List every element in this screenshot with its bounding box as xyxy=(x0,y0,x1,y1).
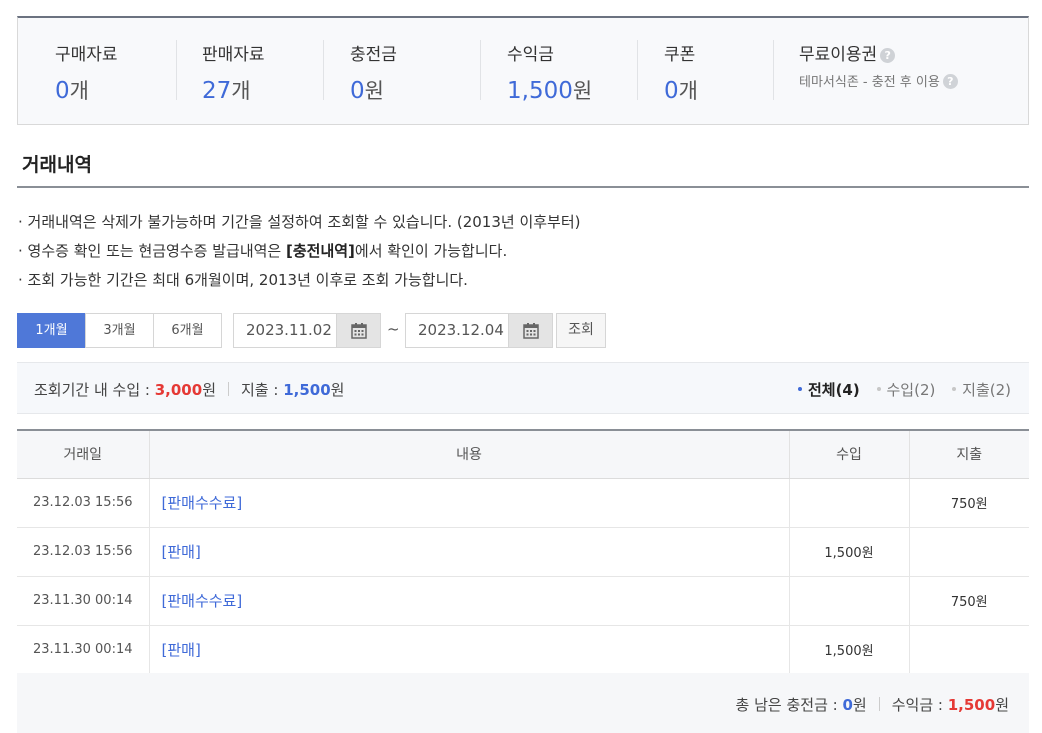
divider xyxy=(176,40,177,100)
query-button[interactable]: 조회 xyxy=(556,313,606,348)
question-circle-icon[interactable]: ? xyxy=(880,48,896,63)
stat-label: 판매자료 xyxy=(202,45,265,65)
stat-value: 1,500원 xyxy=(507,78,593,104)
end-date-value: 2023.12.04 xyxy=(418,321,504,339)
column-header-content: 내용 xyxy=(148,429,789,479)
stat-value: 27개 xyxy=(202,78,251,104)
stat-label: 무료이용권? xyxy=(799,40,958,65)
cell-content[interactable]: [판매] xyxy=(148,625,789,675)
cell-expense xyxy=(908,527,1029,577)
period-summary-bar: 조회기간 내 수입 : 3,000원 지출 : 1,500원 전체(4) 수입(2… xyxy=(17,362,1029,414)
cell-income xyxy=(788,576,909,626)
stat-sales[interactable]: 판매자료 27개 xyxy=(202,40,265,104)
column-header-expense: 지출 xyxy=(908,429,1029,479)
stat-label: 쿠폰 xyxy=(664,45,696,65)
note-item: · 영수증 확인 또는 현금영수증 발급내역은 [충전내역]에서 확인이 가능합… xyxy=(18,242,508,260)
cell-date: 23.11.30 00:14 xyxy=(17,576,149,626)
start-date-value: 2023.11.02 xyxy=(246,321,332,339)
calendar-icon[interactable] xyxy=(508,314,552,347)
filter-expense[interactable]: 지출(2) xyxy=(952,381,1011,399)
stat-value: 0개 xyxy=(55,78,89,104)
table-row: 23.12.03 15:56 [판매] 1,500원 xyxy=(17,527,1029,577)
divider xyxy=(323,40,324,100)
table-row: 23.11.30 00:14 [판매] 1,500원 xyxy=(17,625,1029,675)
period-totals: 조회기간 내 수입 : 3,000원 지출 : 1,500원 xyxy=(34,381,345,399)
section-divider xyxy=(17,186,1029,188)
balance-footer: 총 남은 충전금 : 0원 수익금 : 1,500원 xyxy=(17,673,1029,733)
end-date-field[interactable]: 2023.12.04 xyxy=(405,313,553,348)
stat-label: 수익금 xyxy=(507,45,554,65)
cell-date: 23.12.03 15:56 xyxy=(17,478,149,528)
period-3month-button[interactable]: 3개월 xyxy=(85,313,154,348)
cell-income: 1,500원 xyxy=(788,625,909,675)
summary-panel: 구매자료 0개 판매자료 27개 충전금 0원 수익금 1,500원 쿠폰 0개… xyxy=(17,16,1029,125)
cell-expense: 750원 xyxy=(908,478,1029,528)
charge-history-link: [충전내역] xyxy=(286,242,355,260)
date-range-separator: ~ xyxy=(387,320,400,338)
question-circle-icon[interactable]: ? xyxy=(942,74,958,89)
divider xyxy=(637,40,638,100)
stat-value: 0원 xyxy=(350,78,384,104)
divider xyxy=(773,40,774,100)
table-row: 23.11.30 00:14 [판매수수료] 750원 xyxy=(17,576,1029,626)
expense-total: 1,500 xyxy=(283,381,331,399)
revenue-total: 1,500 xyxy=(947,696,996,714)
stat-coupon[interactable]: 쿠폰 0개 xyxy=(664,40,698,104)
cell-income xyxy=(788,478,909,528)
stat-charge[interactable]: 충전금 0원 xyxy=(350,40,397,104)
cell-content[interactable]: [판매] xyxy=(148,527,789,577)
balance-totals: 총 남은 충전금 : 0원 수익금 : 1,500원 xyxy=(735,696,1009,714)
cell-content[interactable]: [판매수수료] xyxy=(148,478,789,528)
period-1month-button[interactable]: 1개월 xyxy=(17,313,86,348)
filter-income[interactable]: 수입(2) xyxy=(876,381,935,399)
stat-label: 구매자료 xyxy=(55,45,118,65)
stat-revenue[interactable]: 수익금 1,500원 xyxy=(507,40,592,104)
cell-date: 23.11.30 00:14 xyxy=(17,625,149,675)
cell-content[interactable]: [판매수수료] xyxy=(148,576,789,626)
stat-free-pass: 무료이용권? 테마서식존 - 충전 후 이용? xyxy=(799,40,958,100)
stat-label: 충전금 xyxy=(350,45,397,65)
start-date-field[interactable]: 2023.11.02 xyxy=(233,313,381,348)
note-item: · 조회 가능한 기간은 최대 6개월이며, 2013년 이후로 조회 가능합니… xyxy=(18,271,468,289)
section-title: 거래내역 xyxy=(22,154,92,176)
filter-tabs: 전체(4) 수입(2) 지출(2) xyxy=(786,379,1011,400)
divider xyxy=(480,40,481,100)
filter-all[interactable]: 전체(4) xyxy=(797,381,860,399)
notes-list: · 거래내역은 삭제가 불가능하며 기간을 설정하여 조회할 수 있습니다. (… xyxy=(18,208,918,295)
table-row: 23.12.03 15:56 [판매수수료] 750원 xyxy=(17,478,1029,528)
table-header-row: 거래일 내용 수입 지출 xyxy=(17,429,1029,479)
column-header-date: 거래일 xyxy=(17,429,149,479)
note-item: · 거래내역은 삭제가 불가능하며 기간을 설정하여 조회할 수 있습니다. (… xyxy=(18,213,581,231)
cell-date: 23.12.03 15:56 xyxy=(17,527,149,577)
stat-value: 0개 xyxy=(664,78,698,104)
cell-expense: 750원 xyxy=(908,576,1029,626)
free-pass-description: 테마서식존 - 충전 후 이용? xyxy=(799,71,958,90)
calendar-icon[interactable] xyxy=(336,314,380,347)
stat-purchase[interactable]: 구매자료 0개 xyxy=(55,40,118,104)
cell-income: 1,500원 xyxy=(788,527,909,577)
income-total: 3,000 xyxy=(154,381,203,399)
period-6month-button[interactable]: 6개월 xyxy=(153,313,222,348)
cell-expense xyxy=(908,625,1029,675)
column-header-income: 수입 xyxy=(788,429,909,479)
transactions-table: 거래일 내용 수입 지출 23.12.03 15:56 [판매수수료] 750원… xyxy=(17,429,1029,675)
remaining-charge: 0 xyxy=(842,696,853,714)
